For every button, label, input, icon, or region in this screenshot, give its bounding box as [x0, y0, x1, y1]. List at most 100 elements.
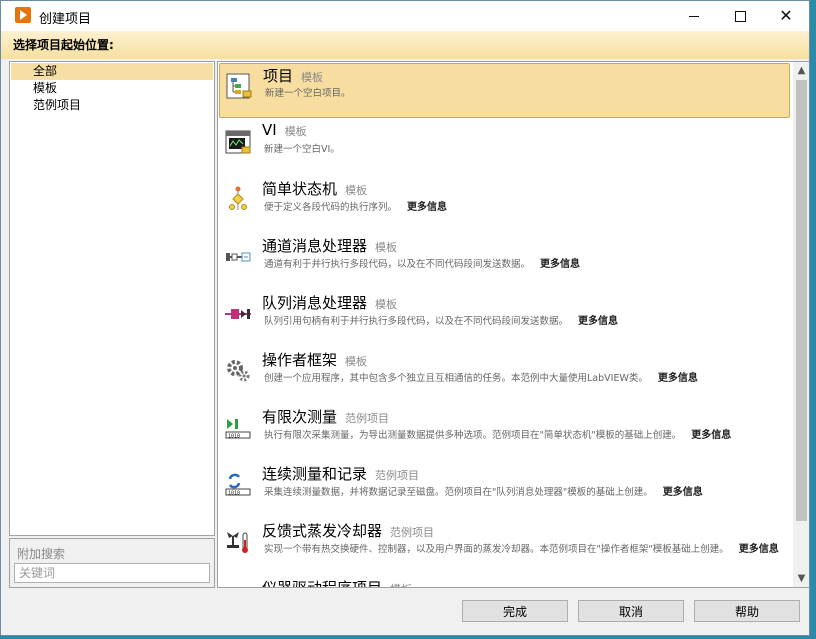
- item-name: 仪器驱动程序项目: [262, 579, 382, 587]
- scroll-down-arrow-icon[interactable]: ▼: [793, 570, 809, 587]
- item-desc-text: 队列引用句柄有利于并行执行多段代码，以及在不同代码段间发送数据。: [264, 316, 569, 327]
- item-description: 执行有限次采集测量，为导出测量数据提供多种选项。范例项目在"简单状态机"模板的基…: [264, 426, 731, 441]
- item-tag: 模板: [375, 298, 398, 311]
- list-item-channel-message-handler[interactable]: 通道消息处理器 模板 通道有利于并行执行多段代码，以及在不同代码段间发送数据。 更多…: [219, 234, 790, 289]
- more-info-link[interactable]: 更多信息: [658, 373, 698, 384]
- list-item-instrument-driver[interactable]: 仪器驱动程序项目模板: [219, 576, 790, 587]
- item-description: 队列引用句柄有利于并行执行多段代码，以及在不同代码段间发送数据。 更多信息: [264, 312, 618, 327]
- item-title: 有限次测量 范例项目: [262, 406, 389, 427]
- gears-icon: [227, 360, 250, 382]
- item-name: 有限次测量: [262, 408, 338, 426]
- item-title: 仪器驱动程序项目模板: [262, 577, 412, 587]
- item-title: 操作者框架 模板: [262, 349, 367, 370]
- list-item-continuous-measurement[interactable]: 1010 连续测量和记录 范例项目 采集连续测量数据，并将数据记录至磁盘。范例项目…: [219, 462, 790, 517]
- window-title: 创建项目: [39, 12, 92, 27]
- list-item-simple-state-machine[interactable]: 简单状态机 模板 便于定义各段代码的执行序列。 更多信息: [219, 177, 790, 232]
- state-machine-icon: [229, 186, 247, 210]
- help-button[interactable]: 帮助: [694, 600, 800, 622]
- continuous-measure-icon: 1010: [225, 473, 251, 497]
- item-name: 队列消息处理器: [262, 294, 368, 312]
- finish-button[interactable]: 完成: [462, 600, 568, 622]
- item-tag: 范例项目: [375, 469, 420, 482]
- category-templates[interactable]: 模板: [11, 80, 213, 97]
- item-title: 简单状态机 模板: [262, 178, 367, 199]
- item-name: 简单状态机: [262, 180, 338, 198]
- item-tag: 模板: [390, 583, 412, 587]
- template-list: 项目 模板 新建一个空白项目。 VI 模板 新建一个空白VI。 简单状态机 模板…: [218, 62, 792, 587]
- item-tag: 模板: [345, 355, 368, 368]
- minimize-button[interactable]: [671, 1, 717, 31]
- item-description: 新建一个空白项目。: [265, 85, 351, 99]
- svg-text:1010: 1010: [228, 491, 240, 497]
- item-desc-text: 通道有利于并行执行多段代码，以及在不同代码段间发送数据。: [264, 259, 531, 270]
- item-desc-text: 实现一个带有热交换硬件、控制器，以及用户界面的蒸发冷却器。本范例项目在"操作者框…: [264, 544, 729, 555]
- list-item-vi[interactable]: VI 模板 新建一个空白VI。: [219, 120, 790, 175]
- create-project-window: 创建项目 ✕ 选择项目起始位置: 全部 模板 范例项目 附加搜索 关键词 项目 …: [0, 0, 810, 636]
- project-icon: [226, 73, 252, 99]
- item-desc-text: 新建一个空白VI。: [264, 144, 340, 155]
- item-description: 通道有利于并行执行多段代码，以及在不同代码段间发送数据。 更多信息: [264, 255, 580, 270]
- title-bar[interactable]: 创建项目 ✕: [1, 1, 809, 31]
- channel-icon: [226, 252, 251, 262]
- category-list: 全部 模板 范例项目: [9, 61, 215, 536]
- more-info-link[interactable]: 更多信息: [663, 487, 703, 498]
- keyword-search-input[interactable]: [14, 563, 210, 583]
- item-description: 新建一个空白VI。: [264, 141, 340, 155]
- item-tag: 模板: [301, 71, 324, 84]
- category-all[interactable]: 全部: [11, 63, 213, 80]
- item-title: 项目 模板: [263, 65, 323, 86]
- list-item-evaporative-cooler[interactable]: 反馈式蒸发冷却器 范例项目 实现一个带有热交换硬件、控制器，以及用户界面的蒸发冷却…: [219, 519, 790, 574]
- item-description: 创建一个应用程序，其中包含多个独立且互相通信的任务。本范例中大量使用LabVIE…: [264, 369, 698, 384]
- item-tag: 范例项目: [345, 412, 390, 425]
- template-list-panel: 项目 模板 新建一个空白项目。 VI 模板 新建一个空白VI。 简单状态机 模板…: [217, 61, 809, 588]
- more-info-link[interactable]: 更多信息: [407, 202, 447, 213]
- svg-text:1010: 1010: [228, 434, 240, 440]
- maximize-button[interactable]: [717, 1, 763, 31]
- list-item-finite-measurement[interactable]: 1010 有限次测量 范例项目 执行有限次采集测量，为导出测量数据提供多种选项。范…: [219, 405, 790, 460]
- item-description: 实现一个带有热交换硬件、控制器，以及用户界面的蒸发冷却器。本范例项目在"操作者框…: [264, 540, 779, 555]
- list-scrollbar[interactable]: ▲ ▼: [793, 62, 809, 587]
- vi-icon: [225, 130, 251, 154]
- finite-measure-icon: 1010: [225, 419, 251, 440]
- item-description: 便于定义各段代码的执行序列。 更多信息: [264, 198, 447, 213]
- header-band: 选择项目起始位置:: [1, 31, 809, 59]
- item-name: 项目: [263, 67, 294, 85]
- category-label: 全部: [33, 64, 58, 78]
- dialog-footer: 完成 取消 帮助: [1, 591, 809, 635]
- item-title: 反馈式蒸发冷却器 范例项目: [262, 520, 434, 541]
- scrollbar-thumb[interactable]: [796, 80, 807, 521]
- item-desc-text: 采集连续测量数据，并将数据记录至磁盘。范例项目在"队列消息处理器"模板的基础上创…: [264, 487, 653, 498]
- scroll-up-arrow-icon[interactable]: ▲: [793, 62, 809, 79]
- additional-search-label: 附加搜索: [17, 547, 66, 561]
- cancel-button[interactable]: 取消: [578, 600, 684, 622]
- instrument-driver-icon: [224, 584, 252, 587]
- list-item-queue-message-handler[interactable]: 队列消息处理器 模板 队列引用句柄有利于并行执行多段代码，以及在不同代码段间发送数…: [219, 291, 790, 346]
- item-tag: 范例项目: [390, 526, 435, 539]
- item-desc-text: 新建一个空白项目。: [265, 88, 351, 99]
- close-button[interactable]: ✕: [763, 1, 809, 31]
- category-label: 模板: [33, 81, 58, 95]
- more-info-link[interactable]: 更多信息: [691, 430, 731, 441]
- more-info-link[interactable]: 更多信息: [578, 316, 618, 327]
- item-name: 通道消息处理器: [262, 237, 368, 255]
- item-title: 通道消息处理器 模板: [262, 235, 397, 256]
- cooler-icon: [227, 532, 248, 553]
- additional-search: 附加搜索: [9, 538, 215, 588]
- queue-icon: [225, 309, 251, 319]
- more-info-link[interactable]: 更多信息: [540, 259, 580, 270]
- item-name: VI: [262, 121, 277, 139]
- list-item-project[interactable]: 项目 模板 新建一个空白项目。: [219, 63, 790, 118]
- category-label: 范例项目: [33, 98, 82, 112]
- category-sample-projects[interactable]: 范例项目: [11, 97, 213, 114]
- labview-app-icon: [15, 7, 31, 23]
- item-description: 采集连续测量数据，并将数据记录至磁盘。范例项目在"队列消息处理器"模板的基础上创…: [264, 483, 703, 498]
- item-tag: 模板: [284, 125, 307, 138]
- item-title: VI 模板: [262, 121, 307, 139]
- minimize-icon: [689, 15, 699, 17]
- item-title: 队列消息处理器 模板: [262, 292, 397, 313]
- more-info-link[interactable]: 更多信息: [739, 544, 779, 555]
- item-tag: 模板: [375, 241, 398, 254]
- list-item-actor-framework[interactable]: 操作者框架 模板 创建一个应用程序，其中包含多个独立且互相通信的任务。本范例中大量…: [219, 348, 790, 403]
- item-desc-text: 创建一个应用程序，其中包含多个独立且互相通信的任务。本范例中大量使用LabVIE…: [264, 373, 648, 384]
- item-title: 连续测量和记录 范例项目: [262, 463, 419, 484]
